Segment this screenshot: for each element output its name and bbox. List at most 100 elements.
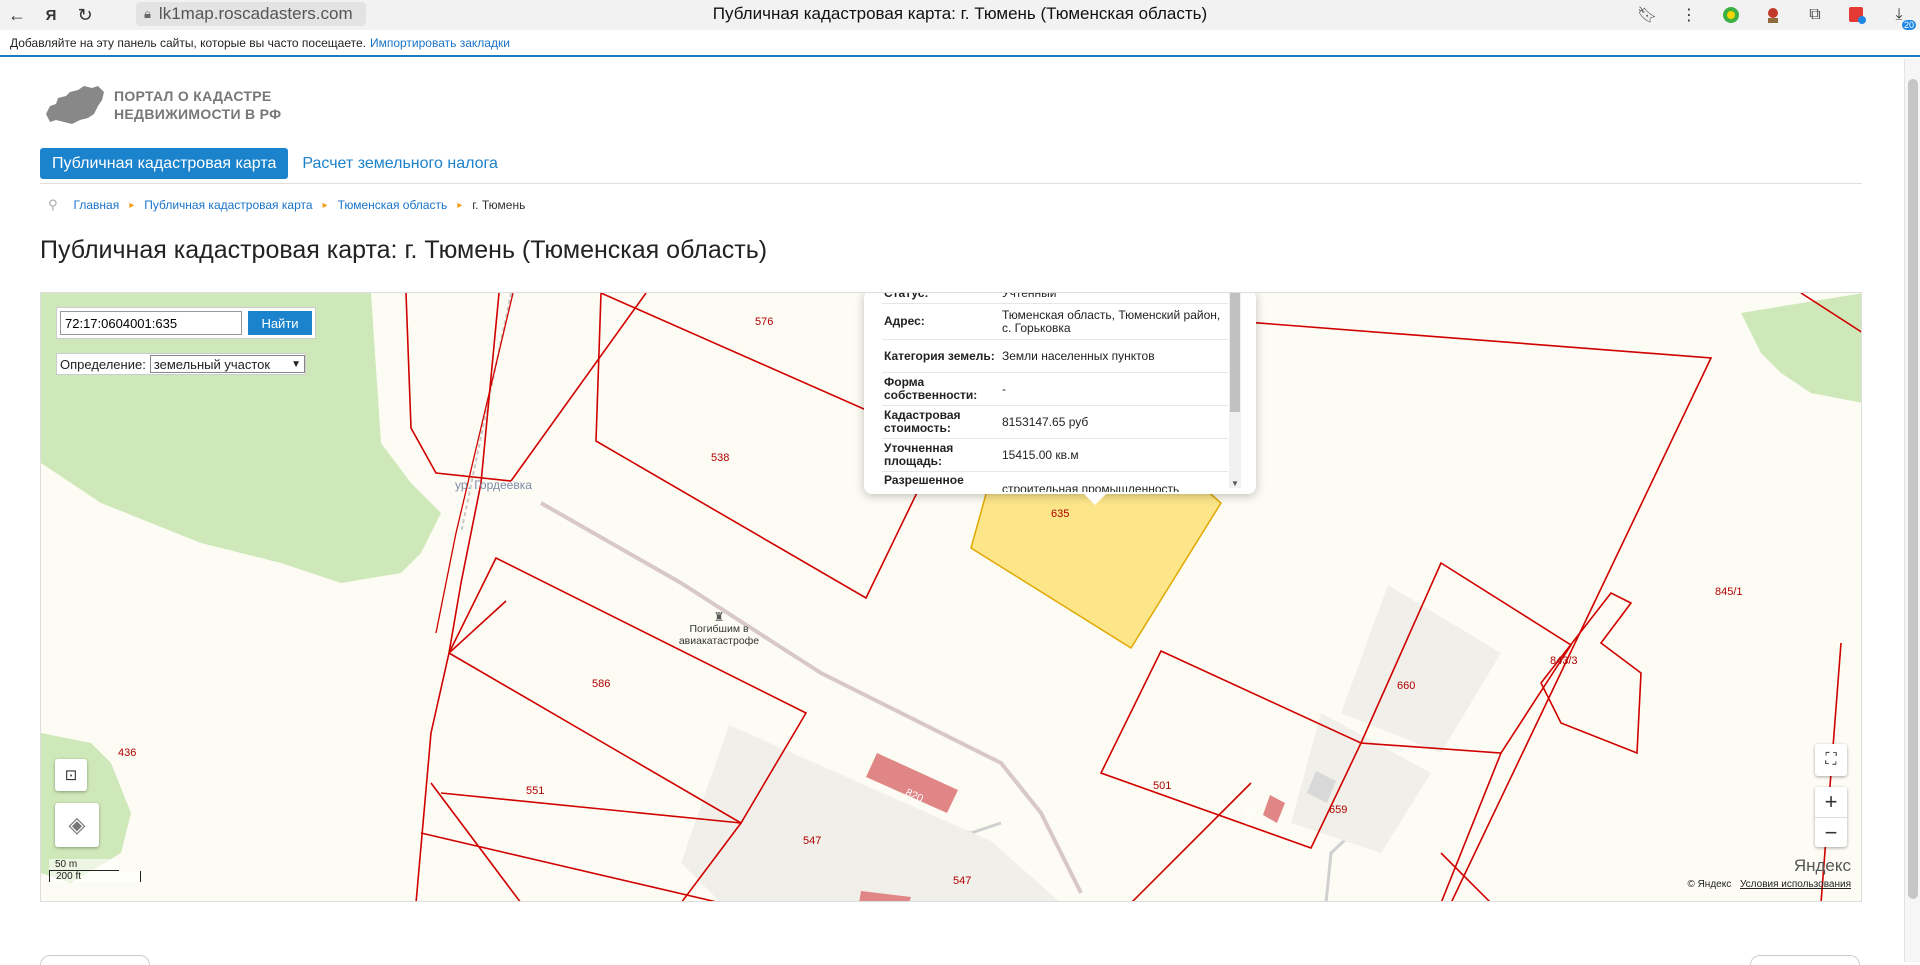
page-title: Публичная кадастровая карта: г. Тюмень (… — [40, 236, 768, 264]
breadcrumb-current: г. Тюмень — [472, 198, 526, 212]
popup-value: Тюменская область, Тюменский район, с. Г… — [1002, 307, 1221, 335]
parcel-label: 501 — [1153, 780, 1172, 792]
extension-pdf-icon[interactable] — [1842, 4, 1872, 26]
page-scrollbar-thumb[interactable] — [1908, 79, 1918, 899]
parcel-label: 551 — [526, 785, 545, 797]
fullscreen-button[interactable]: ⛶ — [1815, 744, 1847, 776]
downloads-icon[interactable]: ⤓ 20 — [1884, 4, 1916, 30]
bookmark-icon[interactable]: 🔖︎ — [1632, 4, 1662, 26]
url-text: lk1map.roscadasters.com — [158, 4, 353, 23]
yandex-browser-icon[interactable]: Я — [34, 0, 68, 30]
copyright-text: © Яндекс — [1687, 879, 1732, 890]
bookmarks-bar: Добавляйте на эту панель сайты, которые … — [0, 30, 1920, 57]
cadastral-number-input[interactable] — [60, 311, 242, 335]
parcel-label: 576 — [755, 316, 774, 328]
tab-public-cadastral-map[interactable]: Публичная кадастровая карта — [40, 148, 289, 179]
popup-key: Уточненная площадь: — [884, 441, 954, 468]
russia-map-icon — [46, 86, 104, 124]
parcel-label: 586 — [592, 678, 611, 690]
popup-value: Учтенный — [1002, 292, 1057, 300]
zoom-out-button[interactable]: − — [1815, 817, 1847, 847]
parcel-label: 660 — [1397, 680, 1416, 692]
fullscreen-icon: ⛶ — [1825, 751, 1837, 768]
popup-key: Адрес: — [884, 314, 925, 328]
yandex-logo[interactable]: Яндекс — [1794, 856, 1851, 876]
footer-prev-button[interactable] — [40, 955, 150, 965]
extension-puzzle-icon[interactable]: ⧉ — [1800, 4, 1830, 26]
ruler-icon: ⊡ — [64, 767, 78, 784]
tab-land-tax-calculation[interactable]: Расчет земельного налога — [288, 148, 512, 179]
terms-of-use-link[interactable]: Условия использования — [1740, 879, 1851, 890]
browser-toolbar: ← Я ↻ 🔒︎ lk1map.roscadasters.com Публичн… — [0, 0, 1920, 30]
memorial-poi[interactable]: ♜ Погибшим в авиакатастрофе — [659, 611, 779, 647]
monument-icon: ♜ — [713, 610, 725, 624]
popup-value: строительная промышленность — [1002, 482, 1180, 493]
back-icon[interactable]: ← — [0, 0, 34, 30]
parcel-label: 635 — [1051, 508, 1070, 520]
place-name-label: ур. Гордеевка — [455, 478, 532, 492]
definition-value: земельный участок — [153, 356, 271, 372]
page-scrollbar[interactable] — [1904, 59, 1920, 962]
scroll-down-icon[interactable]: ▼ — [1231, 479, 1239, 488]
popup-row-permitted-use: Разрешенное строительная промышленность — [882, 472, 1228, 493]
popup-value: 8153147.65 руб — [1002, 414, 1089, 429]
parcel-info-popup: Статус: Учтенный Адрес: Тюменская област… — [864, 292, 1256, 494]
location-pin-icon: ⚲ — [48, 197, 58, 212]
downloads-badge: 20 — [1901, 20, 1916, 30]
parcel-label: 659 — [1329, 804, 1348, 816]
breadcrumb-separator-icon: ▸ — [457, 199, 463, 211]
parcel-label: 436 — [118, 747, 137, 759]
reload-icon[interactable]: ↻ — [68, 0, 102, 30]
poi-label: Погибшим в авиакатастрофе — [678, 623, 760, 647]
popup-row-land-category: Категория земель: Земли населенных пункт… — [882, 340, 1228, 373]
breadcrumb-separator-icon: ▸ — [129, 199, 135, 211]
parcel-label: 845/1 — [1715, 586, 1743, 598]
logo-line1: ПОРТАЛ О КАДАСТРЕ — [114, 88, 272, 104]
definition-label: Определение: — [60, 356, 146, 372]
parcel-label: 547 — [953, 875, 972, 887]
popup-scrollbar[interactable]: ▼ — [1229, 293, 1241, 488]
popup-scrollbar-thumb[interactable] — [1230, 293, 1240, 412]
breadcrumb-separator-icon: ▸ — [322, 199, 328, 211]
chevron-down-icon: ▼ — [291, 358, 301, 370]
popup-row-area: Уточненная площадь: 15415.00 кв.м — [882, 439, 1228, 472]
zoom-in-button[interactable]: + — [1825, 787, 1838, 817]
scale-metric: 50 m — [49, 859, 119, 871]
breadcrumb-home[interactable]: Главная — [74, 198, 120, 212]
breadcrumb-region[interactable]: Тюменская область — [338, 198, 448, 212]
extension-green-icon[interactable] — [1716, 4, 1746, 26]
popup-row-status: Статус: Учтенный — [882, 292, 1228, 304]
popup-key: Разрешенное — [884, 473, 964, 487]
breadcrumb-public-map[interactable]: Публичная кадастровая карта — [144, 198, 312, 212]
footer-next-button[interactable] — [1750, 955, 1860, 965]
ruler-button[interactable]: ⊡ — [55, 759, 87, 791]
menu-icon[interactable]: ⋮ — [1674, 4, 1704, 26]
layers-icon: ◈ — [68, 812, 86, 837]
popup-value: 15415.00 кв.м — [1002, 447, 1079, 462]
logo-line2: НЕДВИЖИМОСТИ В РФ — [114, 106, 282, 122]
address-bar[interactable]: 🔒︎ lk1map.roscadasters.com — [136, 2, 366, 26]
parcel-label: 843/3 — [1550, 655, 1578, 667]
zoom-control: + − — [1815, 787, 1847, 847]
popup-row-address: Адрес: Тюменская область, Тюменский райо… — [882, 304, 1228, 340]
popup-value: - — [1002, 381, 1006, 396]
definition-row: Определение: земельный участок ▼ — [56, 353, 306, 375]
parcel-label: 538 — [711, 452, 730, 464]
cadastral-map[interactable]: 576 538 586 551 547 547 436 635 501 660 … — [40, 292, 1862, 902]
layers-button[interactable]: ◈ — [55, 803, 99, 847]
definition-select[interactable]: земельный участок ▼ — [149, 355, 305, 373]
site-logo[interactable]: ПОРТАЛ О КАДАСТРЕ НЕДВИЖИМОСТИ В РФ — [44, 84, 281, 126]
search-button[interactable]: Найти — [248, 311, 312, 335]
import-bookmarks-link[interactable]: Импортировать закладки — [370, 36, 510, 50]
lock-icon: 🔒︎ — [144, 6, 151, 21]
popup-row-cadastral-value: Кадастровая стоимость: 8153147.65 руб — [882, 406, 1228, 439]
popup-pointer — [1083, 493, 1107, 505]
extension-bar: 🔖︎ ⋮ ⧉ ⤓ 20 — [1626, 0, 1920, 30]
popup-key: Форма собственности: — [884, 375, 978, 402]
extension-avatar-icon[interactable] — [1758, 4, 1788, 26]
parcel-label: 547 — [803, 835, 822, 847]
popup-key: Статус: — [884, 292, 929, 300]
popup-row-ownership: Форма собственности: - — [882, 373, 1228, 406]
breadcrumb: ⚲ Главная ▸ Публичная кадастровая карта … — [48, 197, 525, 213]
map-scale: 50 m 200 ft — [49, 859, 141, 882]
